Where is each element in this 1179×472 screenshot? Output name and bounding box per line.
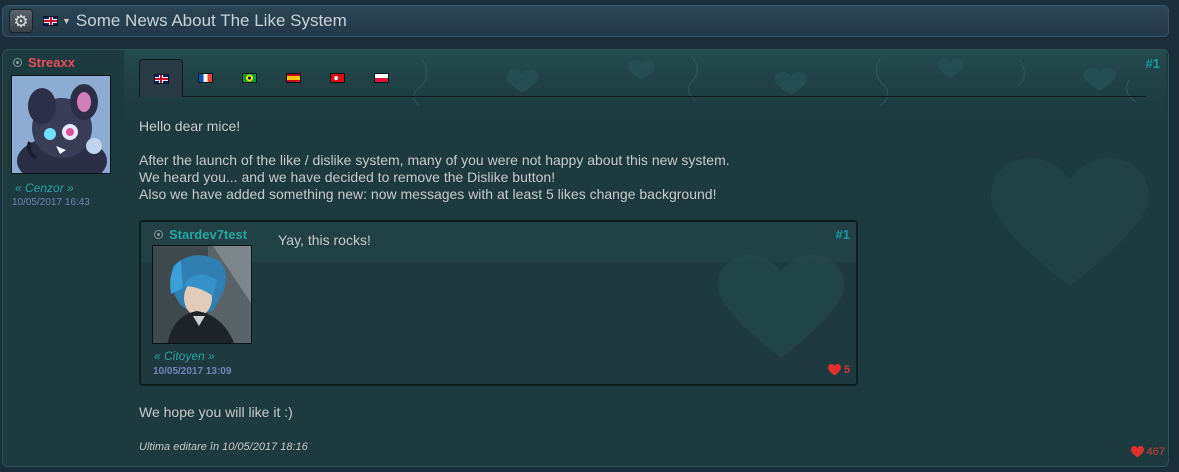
tab-turkish[interactable] [315, 59, 359, 97]
tab-spanish[interactable] [271, 59, 315, 97]
topic-title-bar: ⚙ ▼ Some News About The Like System [2, 5, 1169, 37]
quoted-post: Stardev7test #1 « Citoyen » 10/05/2017 1… [139, 220, 858, 386]
quote-avatar[interactable] [152, 245, 252, 344]
pl-flag-icon [373, 73, 389, 83]
online-status-icon [13, 58, 22, 67]
es-flag-icon [285, 73, 301, 83]
post-like-counter[interactable]: 467 [1130, 446, 1165, 458]
quote-text: Yay, this rocks! [278, 232, 371, 248]
tab-portuguese[interactable] [227, 59, 271, 97]
topic-title: Some News About The Like System [75, 11, 347, 30]
uk-flag-icon[interactable] [43, 16, 58, 26]
tab-english[interactable] [139, 59, 183, 97]
gear-icon[interactable]: ⚙ [9, 9, 33, 33]
br-flag-icon [241, 73, 257, 83]
tr-flag-icon [329, 73, 345, 83]
post-body-line: Also we have added something new: now me… [139, 186, 717, 202]
online-status-icon [154, 230, 163, 239]
avatar[interactable] [11, 75, 111, 174]
author-role: « Cenzor » [15, 181, 74, 195]
chevron-down-icon[interactable]: ▼ [62, 16, 71, 26]
fr-flag-icon [197, 73, 213, 83]
quote-author-role: « Citoyen » [154, 349, 215, 363]
post-number[interactable]: #1 [1146, 56, 1160, 71]
language-tabs [139, 59, 1146, 97]
post-greeting: Hello dear mice! [139, 118, 241, 134]
quote-like-counter[interactable]: 5 [827, 364, 850, 376]
post-body-line: We heard you... and we have decided to r… [139, 169, 556, 185]
uk-flag-icon [153, 73, 169, 84]
heart-icon [827, 364, 841, 376]
post-closing: We hope you will like it :) [139, 404, 293, 420]
quote-author-name[interactable]: Stardev7test [169, 227, 247, 242]
post-date: 10/05/2017 16:43 [12, 197, 90, 208]
tab-french[interactable] [183, 59, 227, 97]
tab-polish[interactable] [359, 59, 403, 97]
quote-post-number[interactable]: #1 [836, 227, 850, 242]
edited-note: Ultima editare în 10/05/2017 18:16 [139, 441, 308, 453]
quote-date: 10/05/2017 13:09 [153, 366, 232, 377]
heart-icon [1130, 446, 1144, 458]
post-body-line: After the launch of the like / dislike s… [139, 152, 730, 168]
quote-avatar-image [153, 246, 251, 343]
avatar-image [12, 76, 110, 173]
forum-post: Streaxx « Cenzor » 10/05/2017 16:43 #1 H… [2, 49, 1169, 467]
author-name[interactable]: Streaxx [28, 55, 75, 70]
post-like-count: 467 [1146, 446, 1165, 458]
quote-like-count: 5 [843, 364, 850, 376]
